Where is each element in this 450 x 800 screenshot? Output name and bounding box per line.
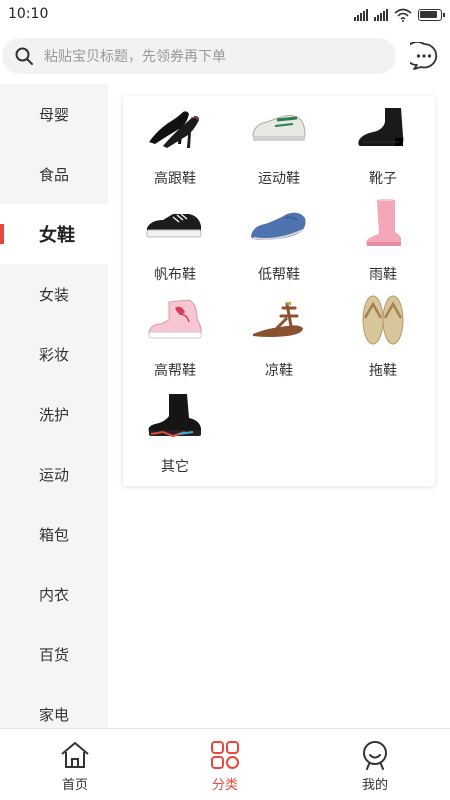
sandals-icon [247,294,311,346]
subcategory-label: 低帮鞋 [258,267,300,283]
message-icon[interactable] [410,42,438,70]
subcategory-label: 高跟鞋 [154,171,196,187]
sidebar-item-yundong[interactable]: 运动 [0,444,108,504]
flip-flops-icon [351,294,415,346]
battery-icon [418,9,445,21]
sidebar-item-baihuo[interactable]: 百货 [0,624,108,684]
loafers-icon [247,198,311,250]
sidebar-item-caizhuang[interactable]: 彩妆 [0,324,108,384]
sidebar-item-xiangbao[interactable]: 箱包 [0,504,108,564]
subcategory-grid: 高跟鞋 运动鞋 靴子 帆布鞋 低帮鞋 雨鞋 高帮鞋 凉鞋 拖鞋 其它 [123,96,435,480]
tab-label: 分类 [211,778,238,793]
tab-label: 我的 [361,778,388,793]
status-time: 10:10 [8,6,49,22]
category-icon [211,741,239,769]
other-shoes-icon [143,390,207,442]
subcategory-item[interactable]: 运动鞋 [227,96,331,192]
sidebar-item-muying[interactable]: 母婴 [0,84,108,144]
tab-home[interactable]: 首页 [0,729,150,800]
sidebar-item-jiadian[interactable]: 家电 [0,684,108,728]
search-input[interactable]: 粘贴宝贝标题，先领券再下单 [2,38,396,74]
subcategory-label: 帆布鞋 [154,267,196,283]
sneakers-icon [247,102,311,154]
boots-icon [351,102,415,154]
tab-category[interactable]: 分类 [150,729,300,800]
tab-label: 首页 [61,778,88,793]
search-icon [15,47,33,65]
subcategory-label: 雨鞋 [369,267,397,283]
subcategory-item[interactable]: 其它 [123,384,227,480]
sidebar-item-shipin[interactable]: 食品 [0,144,108,204]
signal-icon [354,9,368,21]
bottom-tab-bar: 首页 分类 我的 [0,728,450,800]
sidebar-item-neiyi[interactable]: 内衣 [0,564,108,624]
subcategory-item[interactable]: 低帮鞋 [227,192,331,288]
subcategory-label: 运动鞋 [258,171,300,187]
high-top-icon [143,294,207,346]
profile-icon [363,741,387,770]
subcategory-item[interactable]: 帆布鞋 [123,192,227,288]
subcategory-card: 高跟鞋 运动鞋 靴子 帆布鞋 低帮鞋 雨鞋 高帮鞋 凉鞋 拖鞋 其它 [123,96,435,486]
subcategory-item[interactable]: 靴子 [331,96,435,192]
subcategory-item[interactable]: 高跟鞋 [123,96,227,192]
subcategory-item[interactable]: 凉鞋 [227,288,331,384]
signal-icon-2 [374,9,388,21]
search-placeholder: 粘贴宝贝标题，先领券再下单 [44,49,226,65]
subcategory-label: 凉鞋 [265,363,293,379]
sidebar-item-nvzhuang[interactable]: 女装 [0,264,108,324]
tab-profile[interactable]: 我的 [300,729,450,800]
sidebar-item-xihu[interactable]: 洗护 [0,384,108,444]
home-icon [61,742,89,768]
rain-boots-icon [351,198,415,250]
canvas-shoes-icon [143,198,207,250]
subcategory-item[interactable]: 拖鞋 [331,288,435,384]
sidebar-item-nvxie[interactable]: 女鞋 [0,204,108,264]
subcategory-item[interactable]: 雨鞋 [331,192,435,288]
subcategory-label: 靴子 [369,171,397,187]
high-heels-icon [143,102,207,154]
category-sidebar: 母婴 食品 女鞋 女装 彩妆 洗护 运动 箱包 内衣 百货 家电 [0,84,108,728]
wifi-icon [394,8,412,22]
status-bar: 10:10 [0,0,450,30]
status-icons [354,8,445,22]
subcategory-label: 高帮鞋 [154,363,196,379]
subcategory-label: 拖鞋 [369,363,397,379]
subcategory-label: 其它 [161,459,189,475]
subcategory-item[interactable]: 高帮鞋 [123,288,227,384]
